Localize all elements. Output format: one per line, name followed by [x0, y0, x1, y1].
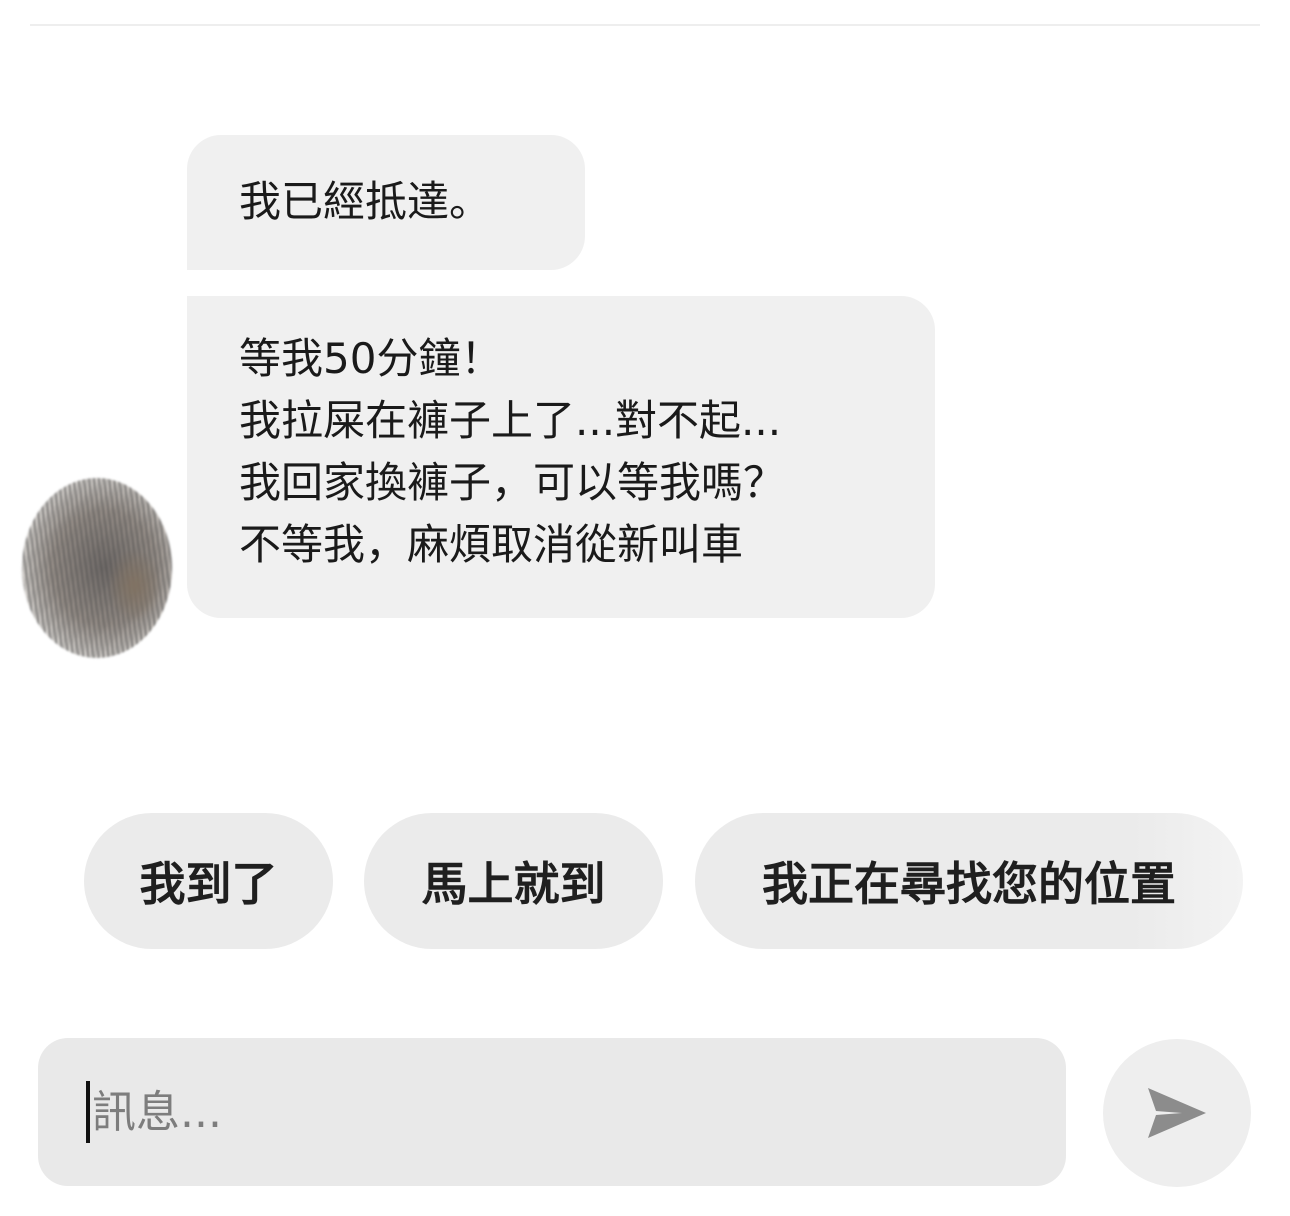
text-caret [86, 1081, 90, 1143]
message-line: 我已經抵達。 [239, 177, 492, 226]
message-bubble-arrived: 我已經抵達。 [187, 135, 585, 270]
message-line: 我拉屎在褲子上了...對不起... [239, 396, 782, 445]
quick-reply-arrived-button[interactable]: 我到了 [84, 813, 333, 949]
message-input[interactable] [92, 1077, 992, 1147]
sender-avatar[interactable] [22, 478, 172, 658]
message-line: 我回家換褲子，可以等我嗎？ [239, 458, 786, 507]
send-button[interactable] [1103, 1039, 1251, 1187]
send-icon [1148, 1088, 1206, 1138]
top-divider [30, 24, 1260, 26]
quick-reply-finding-location-button[interactable]: 我正在尋找您的位置 [695, 813, 1243, 949]
quick-reply-coming-button[interactable]: 馬上就到 [364, 813, 663, 949]
message-line: 等我50分鐘！ [239, 334, 503, 383]
message-line: 不等我，麻煩取消從新叫車 [239, 520, 744, 569]
message-bubble-wait: 等我50分鐘！ 我拉屎在褲子上了...對不起... 我回家換褲子，可以等我嗎？ … [187, 296, 935, 618]
message-composer[interactable] [38, 1038, 1066, 1186]
